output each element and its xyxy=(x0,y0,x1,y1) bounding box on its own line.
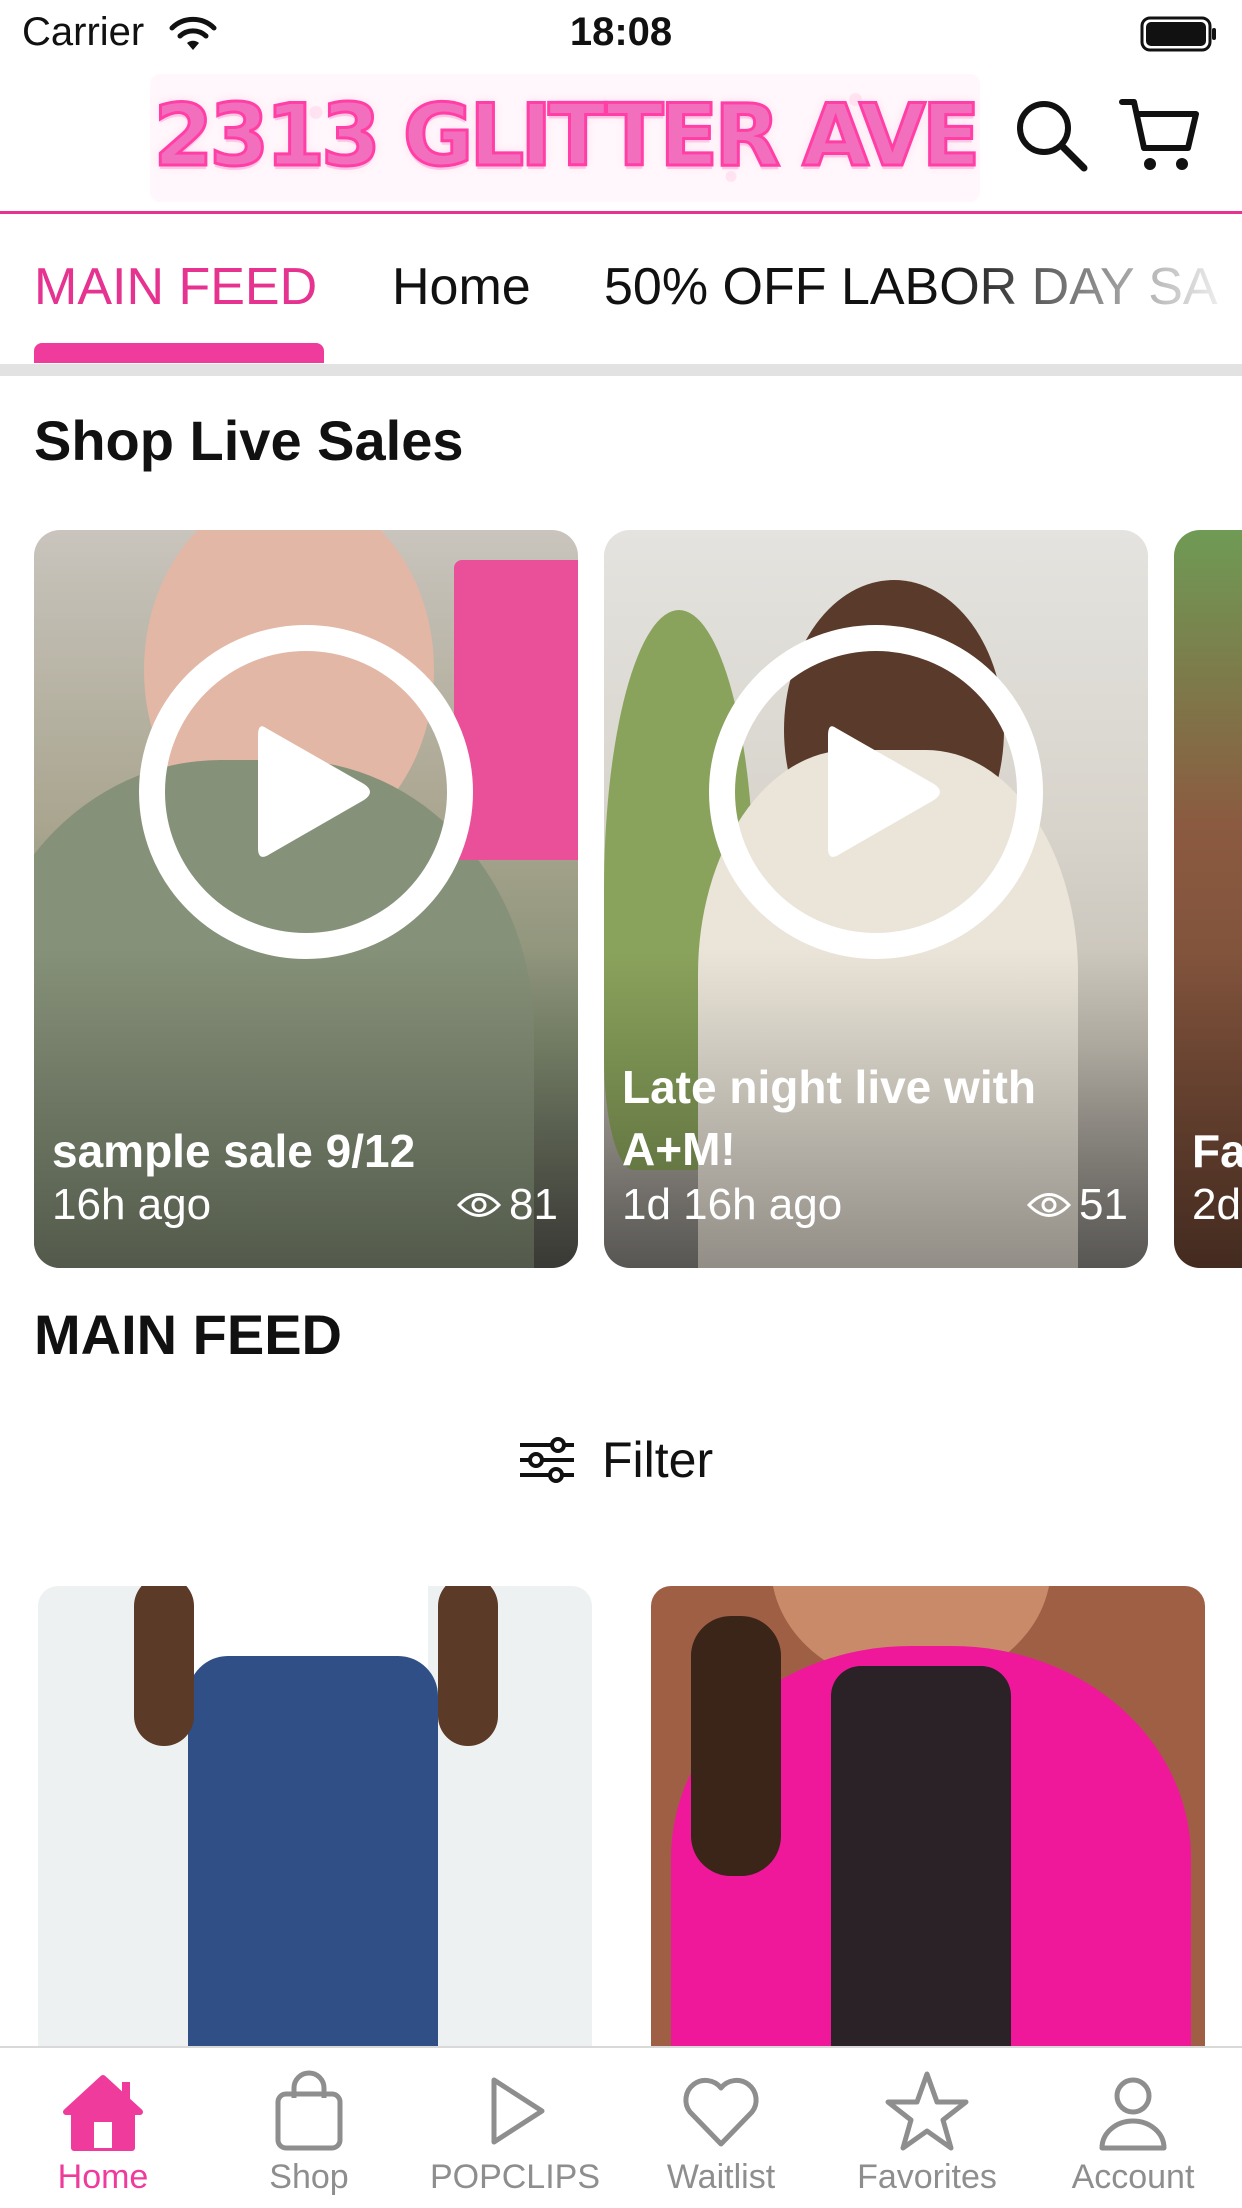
battery-icon xyxy=(1140,16,1216,52)
shopping-bag-icon xyxy=(275,2070,343,2151)
live-sale-time: 1d 16h ago xyxy=(622,1180,843,1229)
play-icon xyxy=(491,2077,545,2145)
view-count: 51 xyxy=(1079,1180,1128,1229)
nav-label: Shop xyxy=(269,2158,349,2196)
nav-label: Account xyxy=(1071,2158,1195,2196)
bottom-tab-bar: Home Shop POPCLIPS Waitlist Favorites Ac… xyxy=(0,2046,1242,2208)
app-header: 2313 GLITTER AVE xyxy=(0,70,1242,214)
product-shape xyxy=(831,1666,1011,2056)
nav-label: Home xyxy=(57,2158,149,2196)
nav-popclips[interactable]: POPCLIPS xyxy=(412,2048,618,2208)
play-icon[interactable] xyxy=(138,624,474,960)
nav-home[interactable]: Home xyxy=(0,2048,206,2208)
category-tabs: MAIN FEED Home 50% OFF LABOR DAY SA xyxy=(0,217,1242,367)
live-sales-carousel[interactable]: sample sale 9/12 16h ago 81 Late night l… xyxy=(0,530,1242,1270)
live-sale-name: Late night live with A+M! xyxy=(622,1061,1037,1175)
status-time: 18:08 xyxy=(569,10,673,54)
nav-favorites[interactable]: Favorites xyxy=(824,2048,1030,2208)
product-card[interactable] xyxy=(38,1586,592,2056)
tab-main-feed[interactable]: MAIN FEED xyxy=(34,257,317,317)
live-sale-views: 81 xyxy=(457,1180,558,1230)
status-bar: Carrier 18:08 xyxy=(0,0,1242,70)
product-shape xyxy=(438,1586,498,1746)
eye-icon xyxy=(457,1193,502,1217)
nav-waitlist[interactable]: Waitlist xyxy=(618,2048,824,2208)
live-sale-name: Fa xyxy=(1192,1125,1242,1177)
tab-divider xyxy=(0,364,1242,376)
sliders-icon xyxy=(520,1437,574,1483)
main-feed-title: MAIN FEED xyxy=(34,1303,342,1366)
nav-account[interactable]: Account xyxy=(1030,2048,1236,2208)
live-sale-card[interactable]: Late night live with A+M! 1d 16h ago 51 xyxy=(604,530,1148,1268)
heart-icon xyxy=(683,2077,759,2147)
view-count: 81 xyxy=(509,1180,558,1229)
nav-label: Favorites xyxy=(857,2158,997,2196)
star-icon xyxy=(885,2071,969,2151)
live-sale-name: sample sale 9/12 xyxy=(52,1125,416,1177)
nav-label: Waitlist xyxy=(666,2158,776,2196)
filter-button[interactable]: Filter xyxy=(518,1428,713,1492)
product-shape xyxy=(134,1586,194,1746)
live-sale-card[interactable]: sample sale 9/12 16h ago 81 xyxy=(34,530,578,1268)
tab-fade xyxy=(942,217,1242,357)
person-icon xyxy=(1099,2077,1167,2151)
search-icon[interactable] xyxy=(1010,94,1090,174)
eye-icon xyxy=(1027,1193,1072,1217)
play-icon[interactable] xyxy=(708,624,1044,960)
product-shape xyxy=(691,1616,781,1876)
live-sales-title: Shop Live Sales xyxy=(34,409,464,472)
live-sale-time: 16h ago xyxy=(52,1180,212,1229)
nav-shop[interactable]: Shop xyxy=(206,2048,412,2208)
live-sale-views: 51 xyxy=(1027,1180,1128,1230)
active-tab-indicator xyxy=(34,343,324,363)
product-shape xyxy=(188,1656,438,2056)
home-icon xyxy=(63,2075,143,2151)
live-sale-card[interactable]: Fa 2d xyxy=(1174,530,1242,1268)
brand-logo-text: 2313 GLITTER AVE xyxy=(152,85,982,188)
live-sale-time: 2d xyxy=(1192,1180,1241,1229)
brand-logo[interactable]: 2313 GLITTER AVE xyxy=(150,74,982,202)
filter-label: Filter xyxy=(602,1432,714,1488)
cart-icon[interactable] xyxy=(1118,92,1202,176)
nav-label: POPCLIPS xyxy=(429,2158,601,2196)
product-card[interactable] xyxy=(651,1586,1205,2056)
tab-home[interactable]: Home xyxy=(392,257,531,317)
